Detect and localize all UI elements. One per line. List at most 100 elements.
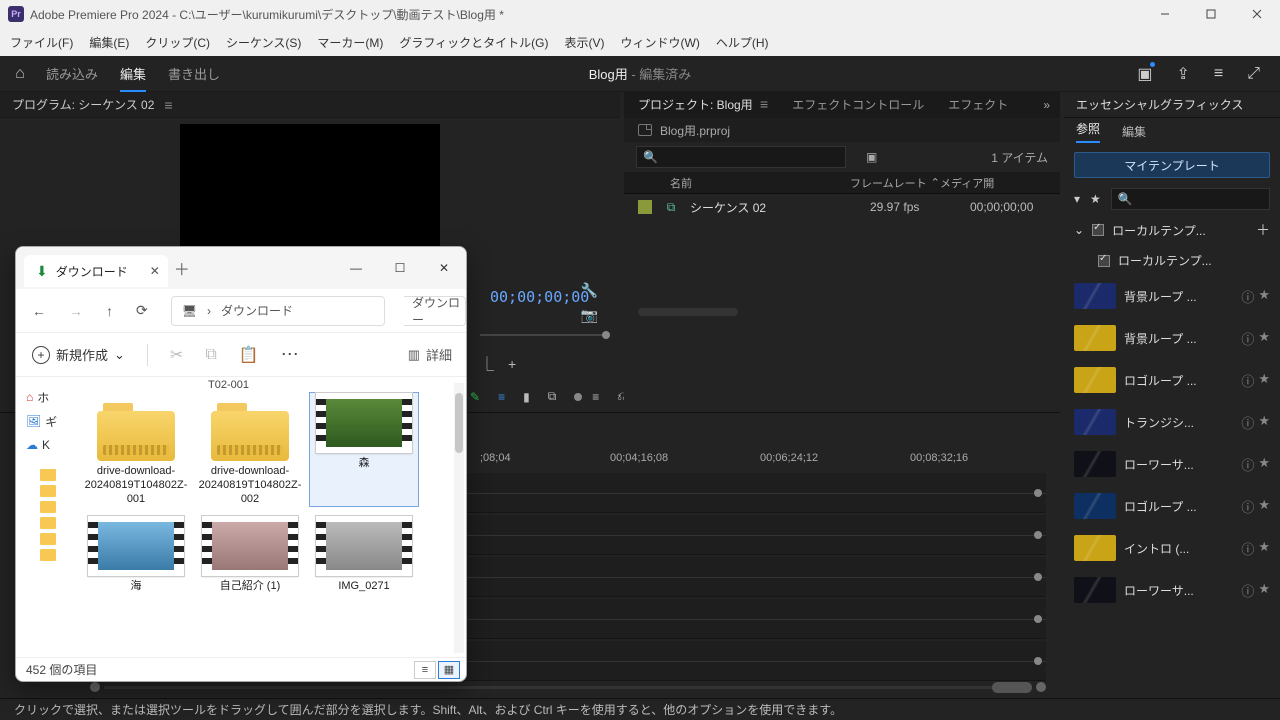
- tab-effect-controls[interactable]: エフェクトコントロール: [792, 96, 924, 113]
- keyframe-handle[interactable]: [1034, 573, 1042, 581]
- copy-icon[interactable]: ⧉: [205, 346, 216, 364]
- folder-checkbox[interactable]: [1092, 224, 1104, 236]
- details-toggle[interactable]: ▥詳細: [408, 345, 452, 364]
- sidebar-folder[interactable]: [40, 501, 56, 513]
- label-chip[interactable]: [638, 200, 652, 214]
- program-panel-header[interactable]: プログラム: シーケンス 02 ≡: [0, 92, 620, 118]
- menu-item[interactable]: シーケンス(S): [226, 34, 301, 51]
- quick-export-icon[interactable]: ▣: [1137, 64, 1152, 84]
- ctrl-icon[interactable]: ≡: [592, 390, 599, 404]
- info-icon[interactable]: ⓘ: [1241, 497, 1254, 516]
- template-item[interactable]: ロゴループ ...ⓘ★: [1064, 485, 1280, 527]
- eg-title[interactable]: エッセンシャルグラフィックス: [1064, 92, 1280, 118]
- camera-icon[interactable]: 📷: [581, 307, 598, 324]
- star-icon[interactable]: ★: [1258, 497, 1270, 516]
- ctrl-icon[interactable]: ≡: [498, 390, 505, 404]
- explorer-close[interactable]: ✕: [422, 251, 466, 285]
- nav-back-icon[interactable]: ←: [32, 303, 46, 319]
- sidebar-folder[interactable]: [40, 485, 56, 497]
- template-item[interactable]: 背景ループ ...ⓘ★: [1064, 317, 1280, 359]
- project-search[interactable]: 🔍: [636, 146, 846, 168]
- share-icon[interactable]: ⇪: [1176, 64, 1189, 84]
- sidebar-gallery[interactable]: 🖼ギ: [26, 409, 78, 433]
- marker-out-icon[interactable]: ⎿: [480, 354, 494, 374]
- info-icon[interactable]: ⓘ: [1241, 539, 1254, 558]
- workspace-tab-import[interactable]: 読み込み: [46, 64, 98, 83]
- add-folder-icon[interactable]: ＋: [1256, 220, 1270, 240]
- address-bar[interactable]: 🖥 › ダウンロード: [171, 296, 385, 326]
- col-name[interactable]: 名前: [670, 175, 850, 191]
- view-list-icon[interactable]: ≡: [414, 661, 436, 679]
- template-item[interactable]: ローワーサ...ⓘ★: [1064, 443, 1280, 485]
- file-item[interactable]: drive-download-20240819T104802Z-002: [196, 393, 304, 506]
- add-marker-icon[interactable]: +: [508, 356, 516, 372]
- eg-tab-browse[interactable]: 参照: [1076, 120, 1100, 143]
- menu-item[interactable]: ファイル(F): [10, 34, 73, 51]
- timeline-hscroll[interactable]: [90, 682, 1046, 692]
- explorer-tab[interactable]: ⬇ ダウンロード ✕: [24, 255, 168, 287]
- my-templates-button[interactable]: マイテンプレート: [1074, 152, 1270, 178]
- info-icon[interactable]: ⓘ: [1241, 455, 1254, 474]
- program-timecode[interactable]: 00;00;00;00: [490, 288, 589, 306]
- panel-menu-icon[interactable]: ≡: [164, 97, 172, 113]
- file-item[interactable]: 自己紹介 (1): [196, 516, 304, 594]
- menu-item[interactable]: 編集(E): [89, 34, 129, 51]
- info-icon[interactable]: ⓘ: [1241, 287, 1254, 306]
- home-icon[interactable]: ⌂: [0, 65, 40, 83]
- info-icon[interactable]: ⓘ: [1241, 329, 1254, 348]
- eg-search[interactable]: 🔍: [1111, 188, 1270, 210]
- ctrl-icon[interactable]: ▮: [523, 390, 530, 404]
- explorer-minimize[interactable]: —: [334, 251, 378, 285]
- file-item[interactable]: drive-download-20240819T104802Z-001: [82, 393, 190, 506]
- ctrl-icon[interactable]: ⧉: [548, 389, 557, 404]
- star-icon[interactable]: ★: [1258, 539, 1270, 558]
- menu-item[interactable]: ウィンドウ(W): [621, 34, 700, 51]
- project-hscroll[interactable]: [638, 308, 738, 316]
- template-item[interactable]: イントロ (...ⓘ★: [1064, 527, 1280, 569]
- star-icon[interactable]: ★: [1258, 371, 1270, 390]
- workspace-menu-icon[interactable]: ≡: [1214, 65, 1223, 83]
- new-bin-icon[interactable]: ▣: [866, 150, 886, 164]
- star-icon[interactable]: ★: [1258, 455, 1270, 474]
- tab-effects[interactable]: エフェクト: [948, 96, 1008, 113]
- star-icon[interactable]: ★: [1258, 413, 1270, 432]
- workspace-tab-export[interactable]: 書き出し: [168, 64, 220, 83]
- workspace-tab-edit[interactable]: 編集: [120, 64, 146, 83]
- star-icon[interactable]: ★: [1258, 581, 1270, 600]
- col-framerate[interactable]: フレームレート ⌃: [850, 175, 940, 191]
- file-item[interactable]: 海: [82, 516, 190, 594]
- filter-funnel-icon[interactable]: ▾: [1074, 192, 1080, 206]
- keyframe-handle[interactable]: [1034, 657, 1042, 665]
- info-icon[interactable]: ⓘ: [1241, 371, 1254, 390]
- keyframe-handle[interactable]: [1034, 489, 1042, 497]
- col-media[interactable]: メディア開: [940, 175, 994, 191]
- eg-subfolder[interactable]: ローカルテンプ...: [1064, 246, 1280, 275]
- tab-close-icon[interactable]: ✕: [150, 264, 160, 278]
- window-close[interactable]: [1234, 0, 1280, 28]
- window-maximize[interactable]: [1188, 0, 1234, 28]
- sidebar-folder[interactable]: [40, 517, 56, 529]
- window-minimize[interactable]: [1142, 0, 1188, 28]
- file-item[interactable]: 森: [310, 393, 418, 506]
- star-icon[interactable]: ★: [1258, 329, 1270, 348]
- nav-up-icon[interactable]: ↑: [106, 303, 113, 319]
- sidebar-home[interactable]: ⌂ホ: [26, 385, 78, 409]
- menu-item[interactable]: 表示(V): [565, 34, 605, 51]
- explorer-window[interactable]: ⬇ ダウンロード ✕ ＋ — ☐ ✕ ← → ↑ ⟳ 🖥 › ダウンロード ダウ…: [15, 246, 467, 682]
- eg-folder[interactable]: ⌄ ローカルテンプ... ＋: [1064, 214, 1280, 246]
- explorer-maximize[interactable]: ☐: [378, 251, 422, 285]
- keyframe-handle[interactable]: [1034, 615, 1042, 623]
- file-item[interactable]: IMG_0271: [310, 516, 418, 594]
- menu-item[interactable]: マーカー(M): [317, 34, 383, 51]
- nav-forward-icon[interactable]: →: [69, 303, 83, 319]
- template-item[interactable]: 背景ループ ...ⓘ★: [1064, 275, 1280, 317]
- info-icon[interactable]: ⓘ: [1241, 581, 1254, 600]
- paste-icon[interactable]: 📋: [239, 345, 259, 365]
- info-icon[interactable]: ⓘ: [1241, 413, 1254, 432]
- view-grid-icon[interactable]: ▦: [438, 661, 460, 679]
- folder-checkbox[interactable]: [1098, 255, 1110, 267]
- program-scrubber[interactable]: [480, 332, 610, 338]
- tab-project[interactable]: プロジェクト: Blog用 ≡: [638, 96, 768, 113]
- more-icon[interactable]: ⋯: [281, 344, 301, 365]
- template-item[interactable]: ローワーサ...ⓘ★: [1064, 569, 1280, 611]
